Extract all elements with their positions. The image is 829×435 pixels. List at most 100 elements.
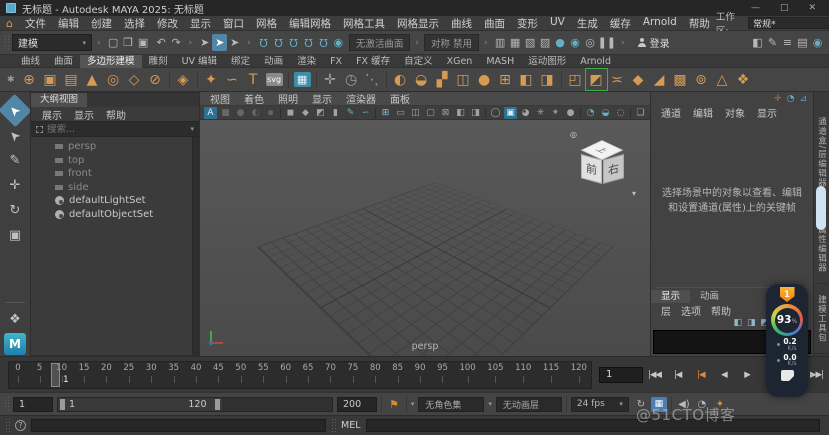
grease-pencil-icon[interactable]: ■ (219, 107, 232, 119)
mel-input[interactable] (366, 419, 821, 432)
viewcube-home-icon[interactable]: ◎ (570, 130, 577, 139)
shelf-multicut-icon[interactable]: ◩ (586, 69, 607, 90)
layout-single-icon[interactable]: ▭ (394, 107, 407, 119)
shelf-tab-4[interactable]: UV 编辑 (175, 55, 224, 68)
chevron-down-icon[interactable]: ▾ (488, 400, 492, 408)
render-view-icon[interactable]: ▥ (493, 34, 508, 51)
save-scene-icon[interactable]: ▣ (136, 34, 151, 51)
snap-center-icon[interactable]: Ω (301, 34, 316, 51)
section-expander[interactable]: › (482, 38, 490, 48)
shelf-gear-icon[interactable]: ✱ (3, 75, 19, 85)
shelf-axis-icon[interactable]: ✛ (320, 69, 341, 90)
layer-move-up-icon[interactable]: ◧ (733, 318, 742, 328)
layer-menu-1[interactable]: 选项 (676, 303, 706, 318)
shelf-table-icon[interactable]: ▦ (294, 72, 311, 87)
current-frame-field[interactable] (599, 367, 643, 383)
login-button[interactable]: 登录 (630, 34, 678, 51)
mel-label[interactable]: MEL (341, 420, 361, 431)
menu-4[interactable]: 修改 (151, 16, 184, 31)
snap-curve-icon[interactable]: Ω (271, 34, 286, 51)
rotate-tool[interactable]: ↻ (3, 199, 27, 222)
use-lights-icon[interactable]: ✳ (534, 107, 547, 119)
section-expander[interactable]: › (413, 38, 421, 48)
shelf-tab-5[interactable]: 绑定 (224, 55, 257, 68)
snap-viewplane-icon[interactable]: Ω (316, 34, 331, 51)
character-set-dropdown[interactable]: 无角色集 (418, 397, 484, 412)
menu-5[interactable]: 显示 (184, 16, 217, 31)
shelf-cube-icon[interactable]: ▣ (40, 69, 61, 90)
outliner-menu-2[interactable]: 帮助 (101, 107, 131, 122)
menu-8[interactable]: 编辑网格 (283, 16, 337, 31)
animation-end-field[interactable] (337, 397, 377, 412)
layout-right-icon[interactable]: ◨ (469, 107, 482, 119)
isolate-select-icon[interactable]: ◌ (614, 107, 627, 119)
shelf-tab-9[interactable]: FX 缓存 (349, 55, 397, 68)
shelf-tab-2[interactable]: 多边形建模 (80, 55, 142, 68)
range-start-handle[interactable] (60, 399, 65, 410)
shelf-separate-icon[interactable]: ▞ (432, 69, 453, 90)
layout-four-icon[interactable]: ⊠ (439, 107, 452, 119)
xray-joints-icon[interactable]: ◒ (599, 107, 612, 119)
node-editor-icon[interactable]: ◧ (750, 34, 765, 51)
channelbox-menu-3[interactable]: 显示 (752, 105, 782, 120)
graph-icon[interactable]: ⊿ (799, 94, 807, 104)
shelf-sweep-icon[interactable]: ✦ (201, 69, 222, 90)
shadows-icon[interactable]: ✴ (549, 107, 562, 119)
panel-menu-3[interactable]: 显示 (306, 91, 338, 106)
panel-menu-2[interactable]: 照明 (272, 91, 304, 106)
health-ring-gauge[interactable]: 93 % (771, 304, 803, 336)
active-surface-field[interactable]: 无激活曲面 (349, 34, 411, 51)
layer-menu-2[interactable]: 帮助 (706, 303, 736, 318)
shelf-bridge-icon[interactable]: ◢ (649, 69, 670, 90)
shelf-plane-icon[interactable]: ◇ (124, 69, 145, 90)
outliner-scrollbar[interactable] (192, 137, 199, 355)
panel-menu-1[interactable]: 着色 (238, 91, 270, 106)
grip-handle[interactable] (5, 418, 10, 434)
shelf-tab-12[interactable]: MASH (479, 55, 521, 68)
camera-attrs-icon[interactable]: ◼ (284, 107, 297, 119)
wireframe-icon[interactable]: ◯ (489, 107, 502, 119)
shelf-subdivide-icon[interactable]: ⊞ (495, 69, 516, 90)
layout-left-icon[interactable]: ◧ (454, 107, 467, 119)
range-end-handle[interactable] (215, 399, 220, 410)
lookdev-icon[interactable]: ◎ (583, 34, 598, 51)
menu-11[interactable]: 曲线 (445, 16, 478, 31)
scrollbar-thumb[interactable] (816, 186, 826, 230)
shelf-boolean-icon[interactable]: ◐ (390, 69, 411, 90)
hypershade-icon[interactable]: ◉ (568, 34, 583, 51)
menu-18[interactable]: 帮助 (683, 16, 716, 31)
shelf-extrude-icon[interactable]: ◰ (565, 69, 586, 90)
snap-point-icon[interactable]: Ω (286, 34, 301, 51)
attribute-spread-icon[interactable]: ▤ (795, 34, 810, 51)
pause-viewport-icon[interactable]: ❚❚ (598, 34, 616, 51)
menu-12[interactable]: 曲面 (478, 16, 511, 31)
grease-draw-icon[interactable]: ∽ (359, 107, 372, 119)
shelf-tab-0[interactable]: 曲线 (14, 55, 47, 68)
outliner-item-5[interactable]: defaultObjectSet (31, 208, 199, 222)
scale-tool[interactable]: ▣ (3, 224, 27, 247)
shelf-curve-icon[interactable]: ∽ (222, 69, 243, 90)
menu-6[interactable]: 窗口 (217, 16, 250, 31)
outliner-menu-1[interactable]: 显示 (69, 107, 99, 122)
gate-mask-icon[interactable]: ▪ (264, 107, 277, 119)
camera-lock-icon[interactable]: ◩ (314, 107, 327, 119)
menu-2[interactable]: 创建 (85, 16, 118, 31)
shelf-timer-icon[interactable]: ◷ (341, 69, 362, 90)
image-plane-icon[interactable]: ▮ (329, 107, 342, 119)
outliner-item-4[interactable]: defaultLightSet (31, 194, 199, 208)
layout-hud-icon[interactable]: ▢ (424, 107, 437, 119)
resolution-gate-icon[interactable]: ◐ (249, 107, 262, 119)
grip-handle[interactable] (4, 396, 9, 412)
shelf-type-icon[interactable]: T (243, 69, 264, 90)
shelf-cone-icon[interactable]: ▲ (82, 69, 103, 90)
menu-1[interactable]: 编辑 (52, 16, 85, 31)
panel-menu-5[interactable]: 面板 (384, 91, 416, 106)
section-expander[interactable]: › (619, 38, 627, 48)
range-slider[interactable]: 1 120 (57, 397, 333, 412)
symmetry-field[interactable]: 对称 禁用 (424, 34, 479, 51)
shelf-svg-icon[interactable]: svg (266, 73, 283, 86)
film-gate-icon[interactable]: ● (234, 107, 247, 119)
toon-ball-icon[interactable]: ● (553, 34, 568, 51)
grip-handle[interactable] (331, 418, 336, 434)
camera-bookmark-icon[interactable]: ◆ (299, 107, 312, 119)
